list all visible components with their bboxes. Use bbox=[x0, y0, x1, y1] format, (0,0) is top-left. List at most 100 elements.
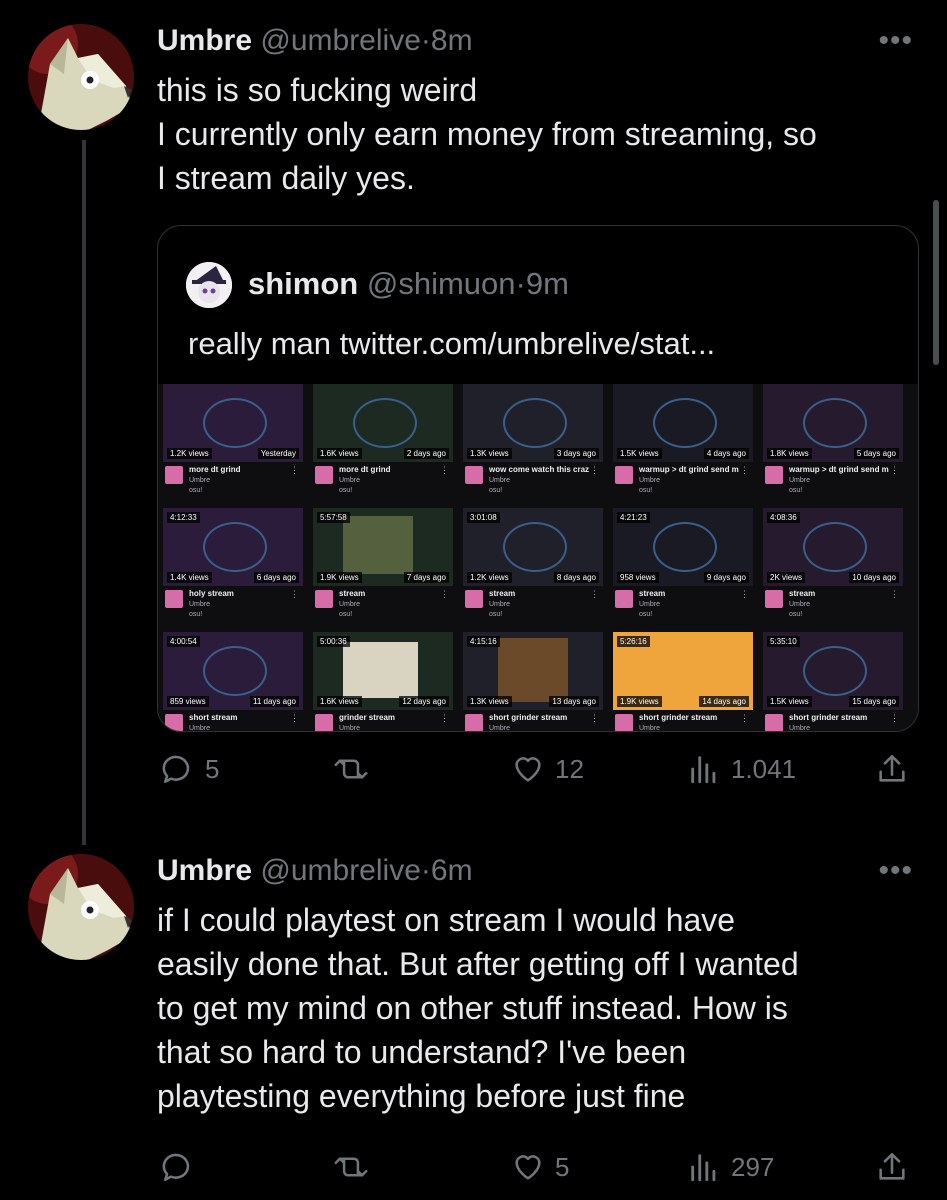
video-thumbnail[interactable]: 4:00:54 859 views 11 days ago bbox=[163, 632, 303, 710]
video-menu-icon[interactable]: ⋮ bbox=[590, 713, 599, 724]
video-title[interactable]: stream bbox=[339, 589, 439, 598]
video-thumbnail[interactable]: 3:01:08 1.2K views 8 days ago bbox=[463, 508, 603, 586]
channel-name[interactable]: Umbre bbox=[789, 725, 810, 731]
video-card[interactable]: 5:57:58 1.9K views 7 days ago stream Umbre os… bbox=[313, 508, 453, 624]
channel-avatar[interactable] bbox=[165, 466, 183, 484]
video-card[interactable]: 1.3K views 3 days ago wow come watch this … bbox=[463, 384, 603, 500]
channel-name[interactable]: Umbre bbox=[489, 477, 510, 484]
channel-name[interactable]: Umbre bbox=[339, 601, 360, 608]
video-menu-icon[interactable]: ⋮ bbox=[740, 465, 749, 476]
video-menu-icon[interactable]: ⋮ bbox=[290, 465, 299, 476]
reply-button[interactable]: 5 bbox=[161, 752, 219, 786]
channel-name[interactable]: Umbre bbox=[489, 601, 510, 608]
channel-avatar[interactable] bbox=[315, 466, 333, 484]
channel-avatar[interactable] bbox=[465, 714, 483, 731]
quoted-tweet[interactable]: shimon @shimuon·9m really man twitter.co… bbox=[157, 225, 919, 732]
game-name[interactable]: osu! bbox=[339, 611, 352, 618]
video-menu-icon[interactable]: ⋮ bbox=[890, 589, 899, 600]
video-thumbnail[interactable]: 4:12:33 1.4K views 6 days ago bbox=[163, 508, 303, 586]
video-menu-icon[interactable]: ⋮ bbox=[440, 589, 449, 600]
video-title[interactable]: stream bbox=[489, 589, 589, 598]
video-title[interactable]: warmup > dt grind send maps bbox=[789, 465, 889, 474]
video-thumbnail[interactable]: 1.3K views 3 days ago bbox=[463, 384, 603, 462]
quoted-media-image[interactable]: 1.2K views Yesterday more dt grind Umbre osu… bbox=[158, 384, 918, 731]
channel-avatar[interactable] bbox=[465, 590, 483, 608]
video-menu-icon[interactable]: ⋮ bbox=[740, 589, 749, 600]
channel-name[interactable]: Umbre bbox=[639, 477, 660, 484]
channel-avatar[interactable] bbox=[315, 590, 333, 608]
timestamp[interactable]: 8m bbox=[431, 24, 473, 57]
video-menu-icon[interactable]: ⋮ bbox=[890, 713, 899, 724]
quoted-display-name[interactable]: shimon bbox=[248, 266, 358, 301]
video-menu-icon[interactable]: ⋮ bbox=[440, 713, 449, 724]
video-card[interactable]: 1.2K views Yesterday more dt grind Umbre osu… bbox=[163, 384, 303, 500]
video-title[interactable]: short grinder stream bbox=[639, 713, 739, 722]
avatar[interactable] bbox=[28, 24, 134, 130]
video-menu-icon[interactable]: ⋮ bbox=[890, 465, 899, 476]
video-title[interactable]: grinder stream bbox=[339, 713, 439, 722]
game-name[interactable]: osu! bbox=[639, 487, 652, 494]
video-card[interactable]: 4:21:23 958 views 9 days ago stream Umbre osu… bbox=[613, 508, 753, 624]
channel-avatar[interactable] bbox=[765, 466, 783, 484]
channel-avatar[interactable] bbox=[315, 714, 333, 731]
video-card[interactable]: 4:15:16 1.3K views 13 days ago short grinde… bbox=[463, 632, 603, 731]
video-thumbnail[interactable]: 4:08:36 2K views 10 days ago bbox=[763, 508, 903, 586]
quoted-timestamp[interactable]: 9m bbox=[526, 266, 569, 301]
channel-name[interactable]: Umbre bbox=[339, 725, 360, 731]
video-thumbnail[interactable]: 4:21:23 958 views 9 days ago bbox=[613, 508, 753, 586]
channel-name[interactable]: Umbre bbox=[789, 477, 810, 484]
video-thumbnail[interactable]: 5:57:58 1.9K views 7 days ago bbox=[313, 508, 453, 586]
video-menu-icon[interactable]: ⋮ bbox=[440, 465, 449, 476]
video-title[interactable]: short grinder stream bbox=[489, 713, 589, 722]
video-card[interactable]: 4:12:33 1.4K views 6 days ago holy stream Um… bbox=[163, 508, 303, 624]
game-name[interactable]: osu! bbox=[489, 487, 502, 494]
video-menu-icon[interactable]: ⋮ bbox=[290, 713, 299, 724]
channel-name[interactable]: Umbre bbox=[339, 477, 360, 484]
game-name[interactable]: osu! bbox=[189, 487, 202, 494]
game-name[interactable]: osu! bbox=[639, 611, 652, 618]
game-name[interactable]: osu! bbox=[489, 611, 502, 618]
video-card[interactable]: 4:08:36 2K views 10 days ago stream Umbre osu… bbox=[763, 508, 903, 624]
channel-avatar[interactable] bbox=[615, 466, 633, 484]
video-title[interactable]: short grinder stream bbox=[789, 713, 889, 722]
quoted-avatar[interactable] bbox=[186, 262, 232, 308]
video-menu-icon[interactable]: ⋮ bbox=[740, 713, 749, 724]
video-menu-icon[interactable]: ⋮ bbox=[290, 589, 299, 600]
video-thumbnail[interactable]: 5:26:16 1.9K views 14 days ago bbox=[613, 632, 753, 710]
scrollbar[interactable] bbox=[933, 200, 939, 365]
channel-avatar[interactable] bbox=[165, 714, 183, 731]
channel-avatar[interactable] bbox=[465, 466, 483, 484]
video-menu-icon[interactable]: ⋮ bbox=[590, 589, 599, 600]
video-title[interactable]: more dt grind bbox=[189, 465, 289, 474]
video-card[interactable]: 3:01:08 1.2K views 8 days ago stream Umbre os… bbox=[463, 508, 603, 624]
channel-avatar[interactable] bbox=[165, 590, 183, 608]
more-options-icon[interactable]: ••• bbox=[878, 854, 913, 888]
video-thumbnail[interactable]: 1.5K views 4 days ago bbox=[613, 384, 753, 462]
channel-name[interactable]: Umbre bbox=[639, 725, 660, 731]
timestamp[interactable]: 6m bbox=[431, 854, 473, 887]
channel-name[interactable]: Umbre bbox=[489, 725, 510, 731]
reply-button[interactable] bbox=[161, 1150, 205, 1184]
channel-avatar[interactable] bbox=[765, 590, 783, 608]
handle[interactable]: @umbrelive bbox=[260, 854, 421, 887]
display-name[interactable]: Umbre bbox=[157, 24, 252, 57]
video-thumbnail[interactable]: 1.8K views 5 days ago bbox=[763, 384, 903, 462]
video-title[interactable]: wow come watch this crazy ga... bbox=[489, 465, 589, 474]
video-card[interactable]: 1.6K views 2 days ago more dt grind Umbre os… bbox=[313, 384, 453, 500]
channel-name[interactable]: Umbre bbox=[789, 601, 810, 608]
share-button[interactable] bbox=[875, 1150, 909, 1184]
video-title[interactable]: stream bbox=[639, 589, 739, 598]
video-title[interactable]: short stream bbox=[189, 713, 289, 722]
video-thumbnail[interactable]: 5:35:10 1.5K views 15 days ago bbox=[763, 632, 903, 710]
views-button[interactable]: 297 bbox=[687, 1150, 774, 1184]
video-thumbnail[interactable]: 1.2K views Yesterday bbox=[163, 384, 303, 462]
channel-name[interactable]: Umbre bbox=[189, 725, 210, 731]
views-button[interactable]: 1.041 bbox=[687, 752, 796, 786]
channel-name[interactable]: Umbre bbox=[639, 601, 660, 608]
channel-name[interactable]: Umbre bbox=[189, 477, 210, 484]
display-name[interactable]: Umbre bbox=[157, 854, 252, 887]
video-card[interactable]: 5:35:10 1.5K views 15 days ago short grinde… bbox=[763, 632, 903, 731]
video-title[interactable]: holy stream bbox=[189, 589, 289, 598]
quoted-handle[interactable]: @shimuon bbox=[367, 266, 516, 301]
game-name[interactable]: osu! bbox=[339, 487, 352, 494]
